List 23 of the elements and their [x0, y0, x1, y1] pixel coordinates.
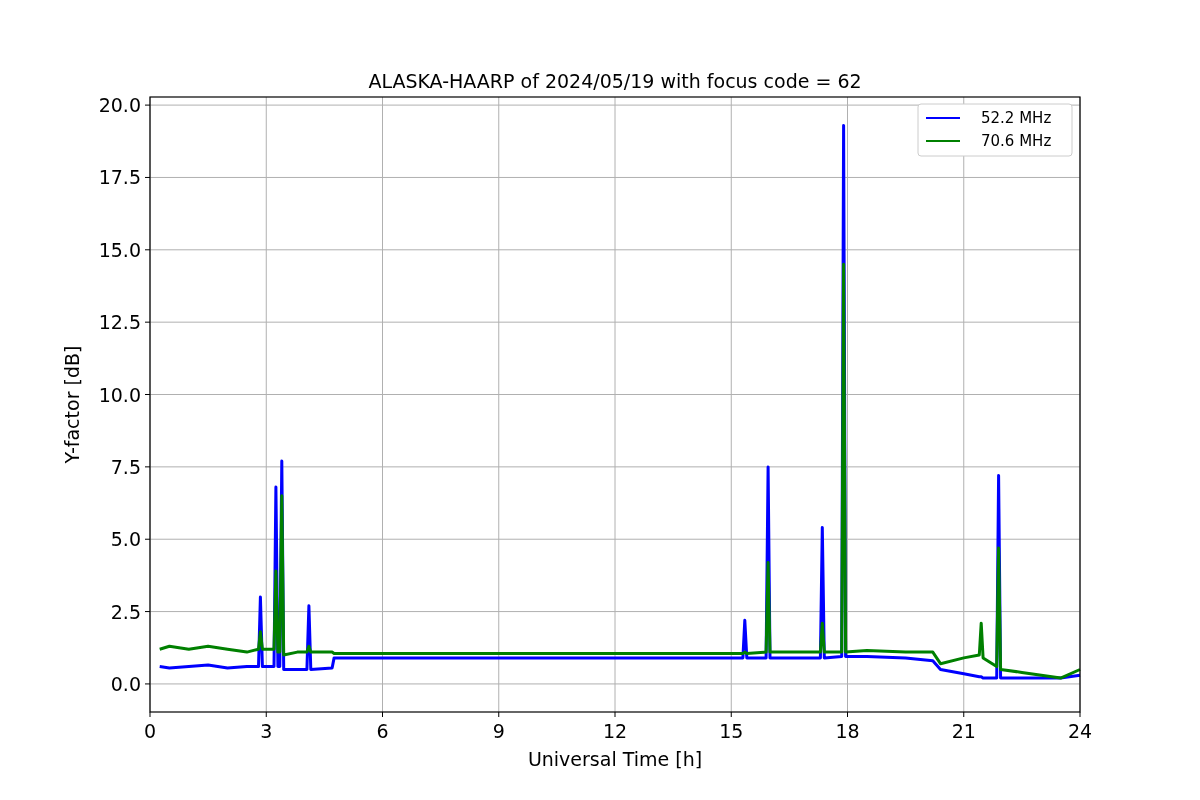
y-tick-label: 0.0 — [110, 672, 141, 695]
y-tick-label: 2.5 — [110, 600, 141, 623]
y-tick-label: 20.0 — [98, 94, 141, 117]
y-tick-label: 15.0 — [98, 238, 141, 261]
chart-title: ALASKA-HAARP of 2024/05/19 with focus code = 62 — [368, 70, 862, 92]
x-tick-label: 3 — [260, 720, 273, 742]
x-tick-label: 6 — [376, 720, 389, 742]
x-tick-label: 24 — [1067, 720, 1093, 742]
y-tick-label: 10.0 — [98, 383, 141, 406]
x-tick-label: 12 — [602, 720, 628, 742]
x-tick-label: 18 — [835, 720, 860, 742]
y-tick-label: 17.5 — [98, 166, 141, 189]
y-tick-label: 7.5 — [110, 455, 141, 478]
x-tick-label: 15 — [719, 720, 744, 742]
x-tick-label: 21 — [951, 720, 976, 742]
x-tick-label: 0 — [143, 720, 157, 742]
y-axis-label: Y-factor [dB] — [61, 345, 83, 464]
x-tick-label: 9 — [492, 720, 505, 742]
x-axis-label: Universal Time [h] — [527, 748, 703, 770]
y-tick-label: 5.0 — [110, 528, 141, 551]
legend-label: 52.2 MHz — [981, 109, 1052, 127]
legend-label: 70.6 MHz — [981, 132, 1052, 150]
y-tick-label: 12.5 — [98, 311, 141, 334]
